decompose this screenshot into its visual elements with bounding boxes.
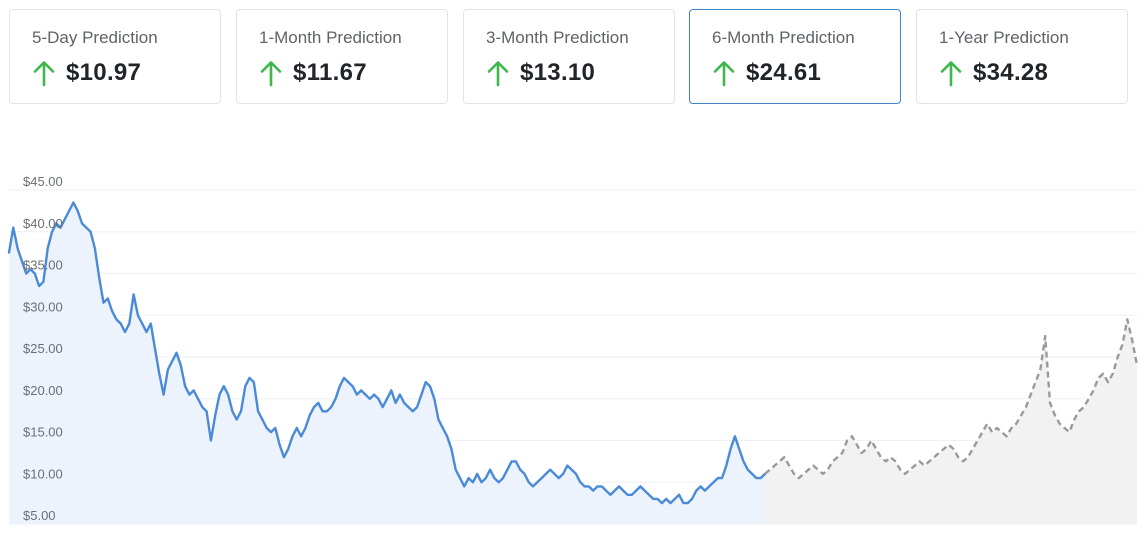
arrow-up-icon (713, 61, 735, 87)
card-value-row: $34.28 (939, 58, 1048, 88)
arrow-up-icon (940, 61, 962, 87)
y-tick-label: $15.00 (23, 425, 63, 440)
card-value-row: $24.61 (712, 58, 821, 88)
card-label: 3-Month Prediction (486, 28, 629, 47)
prediction-card-3-month[interactable]: 3-Month Prediction $13.10 (463, 9, 675, 104)
y-tick-label: $45.00 (23, 174, 63, 189)
card-value: $11.67 (293, 59, 367, 86)
card-value: $24.61 (746, 59, 822, 86)
y-tick-label: $20.00 (23, 383, 63, 398)
prediction-card-1-year[interactable]: 1-Year Prediction $34.28 (916, 9, 1128, 104)
chart-areas (9, 202, 1137, 524)
card-value: $10.97 (66, 59, 142, 86)
prediction-cards: 5-Day Prediction $10.97 1-Month Predicti… (9, 9, 1129, 106)
arrow-up-icon (260, 61, 282, 87)
y-tick-label: $5.00 (23, 508, 56, 523)
price-chart: $5.00 $10.00 $15.00 $20.00 $25.00 $30.00 $35.0… (7, 174, 1139, 525)
prediction-card-1-month[interactable]: 1-Month Prediction $11.67 (236, 9, 448, 104)
card-label: 5-Day Prediction (32, 28, 158, 47)
card-value-row: $11.67 (259, 58, 367, 88)
card-label: 6-Month Prediction (712, 28, 855, 47)
y-tick-label: $25.00 (23, 341, 63, 356)
arrow-up-icon (33, 61, 55, 87)
card-value: $13.10 (520, 59, 596, 86)
card-value: $34.28 (973, 59, 1049, 86)
prediction-card-6-month[interactable]: 6-Month Prediction $24.61 (689, 9, 901, 104)
prediction-card-5-day[interactable]: 5-Day Prediction $10.97 (9, 9, 221, 104)
arrow-up-icon (487, 61, 509, 87)
card-label: 1-Year Prediction (939, 28, 1069, 47)
y-axis-ticks: $5.00 $10.00 $15.00 $20.00 $25.00 $30.00 $35.0… (23, 174, 63, 523)
card-value-row: $10.97 (32, 58, 141, 88)
forecast-area (765, 319, 1137, 524)
y-tick-label: $40.00 (23, 216, 63, 231)
y-tick-label: $30.00 (23, 299, 63, 314)
y-tick-label: $35.00 (23, 258, 63, 273)
y-tick-label: $10.00 (23, 466, 63, 481)
card-label: 1-Month Prediction (259, 28, 402, 47)
historical-area (9, 202, 765, 524)
card-value-row: $13.10 (486, 58, 595, 88)
